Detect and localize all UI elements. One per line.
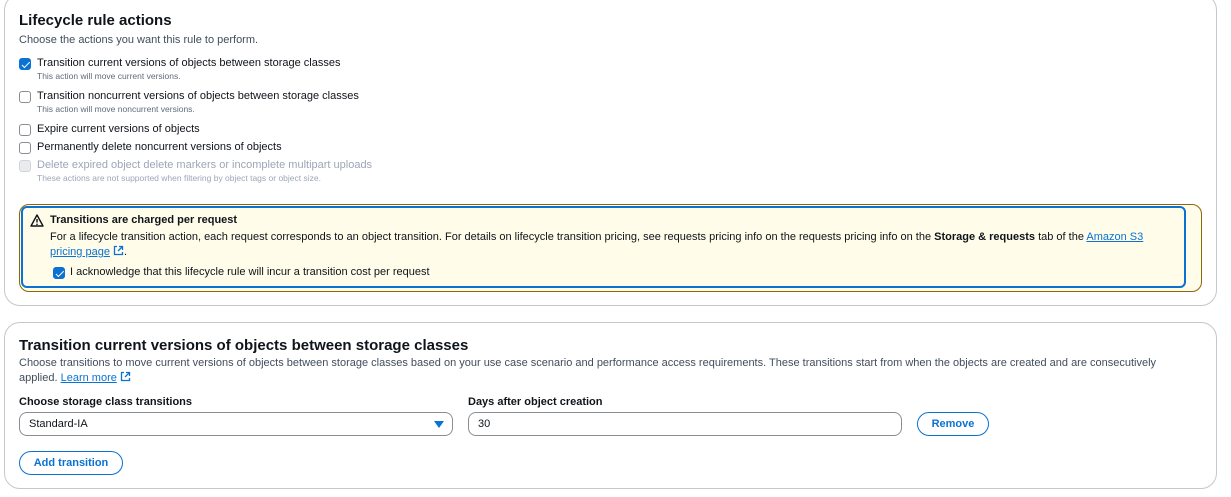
alert-body-text-2: tab of the — [1035, 231, 1087, 243]
checkbox[interactable] — [19, 124, 31, 136]
alert-title: Transitions are charged per request — [50, 214, 238, 226]
alert-body-suffix: . — [123, 246, 127, 258]
add-transition-button[interactable]: Add transition — [19, 451, 123, 475]
option-label: Transition noncurrent versions of object… — [37, 90, 359, 102]
transitions-description: Choose transitions to move current versi… — [19, 357, 1157, 384]
alert-body-bold: Storage & requests — [934, 231, 1036, 243]
remove-button[interactable]: Remove — [917, 412, 989, 436]
storage-class-label: Choose storage class transitions — [19, 396, 192, 408]
checkbox-checked[interactable] — [19, 58, 31, 70]
option-label: Permanently delete noncurrent versions o… — [37, 141, 282, 153]
external-link-icon[interactable] — [120, 371, 131, 382]
option-sublabel: This action will move current versions. — [37, 71, 181, 81]
storage-class-value: Standard-IA — [29, 418, 88, 430]
checkbox[interactable] — [19, 91, 31, 103]
acknowledge-checkbox[interactable] — [53, 267, 65, 279]
days-value: 30 — [478, 418, 491, 430]
external-link-icon[interactable] — [113, 245, 124, 256]
caret-down-icon[interactable] — [434, 421, 444, 428]
checkbox-disabled — [19, 160, 31, 172]
alert-body-text: For a lifecycle transition action, each … — [50, 231, 935, 243]
learn-more-link[interactable]: Learn more — [61, 372, 117, 384]
alert-body: For a lifecycle transition action, each … — [50, 230, 1160, 260]
panel-description: Choose the actions you want this rule to… — [19, 34, 259, 46]
panel-title: Lifecycle rule actions — [19, 12, 172, 29]
panel-description: Choose transitions to move current versi… — [19, 356, 1189, 386]
warning-icon — [30, 214, 44, 227]
transition-cost-alert: Transitions are charged per request For … — [19, 204, 1202, 292]
option-sublabel: These actions are not supported when fil… — [37, 173, 321, 183]
option-label: Delete expired object delete markers or … — [37, 159, 373, 171]
option-label: Transition current versions of objects b… — [37, 57, 341, 69]
acknowledge-label: I acknowledge that this lifecycle rule w… — [70, 266, 430, 278]
option-label: Expire current versions of objects — [37, 123, 200, 135]
transition-current-versions-panel: Transition current versions of objects b… — [4, 322, 1217, 489]
days-label: Days after object creation — [468, 396, 603, 408]
panel-title: Transition current versions of objects b… — [19, 337, 469, 354]
checkbox[interactable] — [19, 142, 31, 154]
option-sublabel: This action will move noncurrent version… — [37, 104, 195, 114]
days-input[interactable]: 30 — [468, 412, 902, 436]
storage-class-select[interactable]: Standard-IA — [19, 412, 453, 436]
lifecycle-rule-actions-panel: Lifecycle rule actions Choose the action… — [4, 0, 1217, 306]
